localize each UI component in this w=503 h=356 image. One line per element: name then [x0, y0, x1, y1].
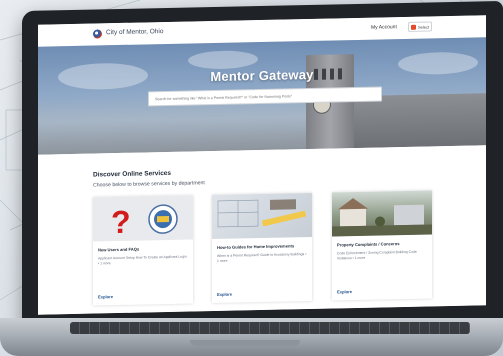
cloud-decoration	[188, 50, 258, 70]
svg-text:?: ?	[111, 204, 131, 240]
blueprint-icon	[212, 192, 312, 240]
service-card-home-improvements[interactable]: How-to Guides for Home Improvements When…	[212, 192, 312, 304]
card-title: How-to Guides for Home Improvements	[217, 243, 295, 250]
service-card-new-users[interactable]: ? New Users and FAQs Applicant Account S…	[93, 195, 193, 306]
card-description: When is a Permit Required? Guide to Acce…	[217, 252, 307, 263]
hero-banner: Mentor Gateway	[38, 37, 486, 155]
card-title: Property Complaints / Concerns	[337, 241, 400, 248]
services-section: Discover Online Services Choose below to…	[38, 145, 486, 315]
language-label: Select	[418, 23, 430, 30]
language-select[interactable]: Select	[408, 21, 432, 32]
explore-link[interactable]: Explore	[98, 294, 113, 299]
house-icon	[332, 190, 432, 237]
flag-icon	[411, 24, 416, 30]
laptop-hinge	[190, 340, 300, 346]
my-account-link[interactable]: My Account	[371, 24, 397, 31]
card-description: Code Enforcement / Zoning Complaint Buil…	[337, 249, 417, 261]
laptop-keyboard	[70, 322, 470, 334]
explore-link[interactable]: Explore	[217, 292, 232, 297]
card-description: Applicant Account Setup How To Create an…	[98, 254, 187, 266]
services-subheading: Choose below to browse services by depar…	[93, 180, 205, 189]
laptop-screen: City of Mentor, Ohio My Account Select M…	[38, 15, 486, 315]
explore-link[interactable]: Explore	[337, 289, 352, 294]
city-seal-icon[interactable]	[93, 29, 102, 39]
site-name[interactable]: City of Mentor, Ohio	[106, 28, 163, 36]
question-mark-icon: ?	[93, 195, 193, 242]
services-heading: Discover Online Services	[93, 169, 172, 179]
service-card-property-complaints[interactable]: Property Complaints / Concerns Code Enfo…	[332, 190, 432, 301]
card-title: New Users and FAQs	[98, 246, 140, 253]
